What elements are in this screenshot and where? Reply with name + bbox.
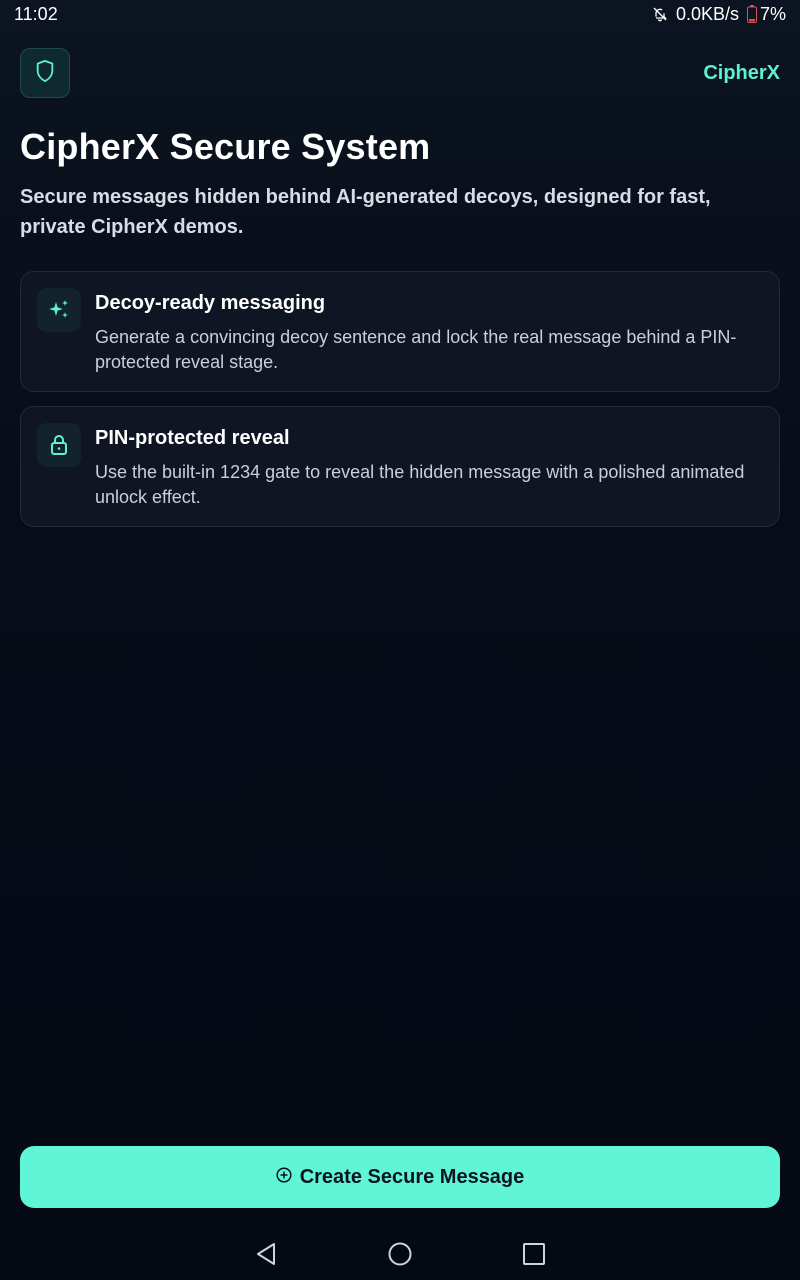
battery-percent: 7%	[759, 3, 786, 24]
feature-title: Decoy-ready messaging	[95, 292, 326, 314]
plus-circle-icon	[276, 1166, 292, 1189]
app-screen: 11:02 0.0KB/s 7% CipherX CipherX Secure …	[0, 0, 800, 1280]
network-speed: 0.0KB/s	[675, 3, 739, 24]
feature-card-pin: PIN-protected reveal Use the built-in 12…	[20, 406, 780, 527]
status-bar: 11:02 0.0KB/s 7%	[0, 0, 800, 28]
feature-text: PIN-protected reveal Use the built-in 12…	[95, 423, 763, 510]
status-time: 11:02	[14, 3, 58, 24]
create-secure-message-button[interactable]: Create Secure Message	[20, 1146, 780, 1208]
shield-icon	[34, 59, 56, 88]
sparkles-icon	[37, 288, 81, 332]
page-title: CipherX Secure System	[20, 126, 431, 167]
feature-card-decoy: Decoy-ready messaging Generate a convinc…	[20, 271, 780, 392]
recents-icon[interactable]	[516, 1236, 552, 1272]
battery-indicator: 7%	[746, 3, 786, 25]
home-icon[interactable]	[382, 1236, 418, 1272]
feature-text: Decoy-ready messaging Generate a convinc…	[95, 288, 763, 375]
brand-name[interactable]: CipherX	[703, 62, 780, 85]
logo-badge	[20, 48, 70, 98]
lock-icon	[37, 423, 81, 467]
notifications-off-icon	[652, 6, 668, 22]
feature-description: Generate a convincing decoy sentence and…	[95, 327, 737, 372]
feature-description: Use the built-in 1234 gate to reveal the…	[95, 462, 745, 507]
system-nav-bar	[0, 1228, 800, 1280]
header: CipherX	[20, 48, 780, 98]
feature-title: PIN-protected reveal	[95, 427, 290, 449]
cta-label: Create Secure Message	[299, 1165, 525, 1188]
back-icon[interactable]	[248, 1236, 284, 1272]
page-subtitle: Secure messages hidden behind AI-generat…	[20, 186, 711, 238]
status-right: 0.0KB/s 7%	[652, 4, 786, 25]
battery-icon	[746, 5, 757, 23]
